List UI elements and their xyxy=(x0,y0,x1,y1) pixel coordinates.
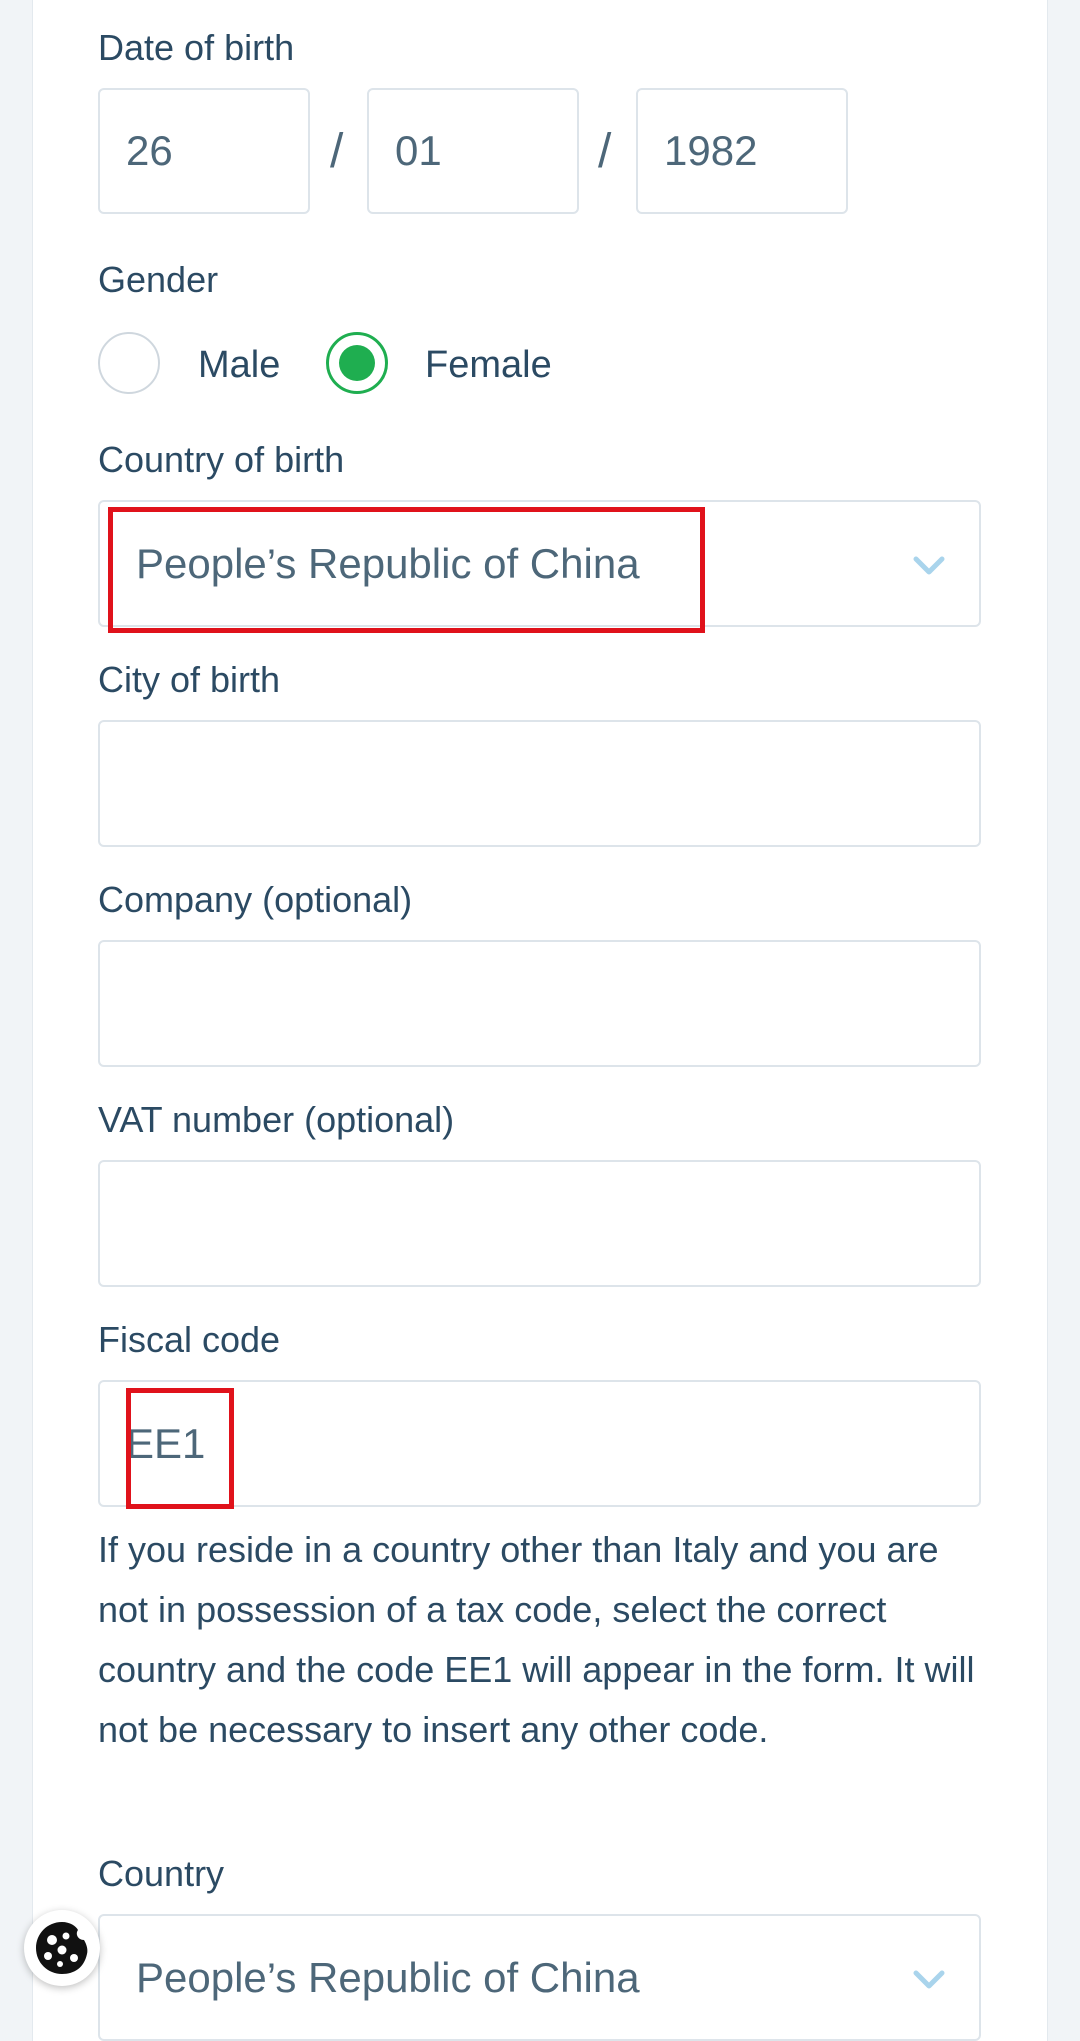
company-label: Company (optional) xyxy=(98,879,413,920)
dob-separator: / xyxy=(330,125,344,178)
fiscal-code-value: EE1 xyxy=(126,1419,206,1467)
vat-label: VAT number (optional) xyxy=(98,1099,455,1140)
chevron-down-icon xyxy=(913,1970,945,1989)
cookie-settings-button[interactable] xyxy=(24,1910,100,1986)
country-select[interactable]: People’s Republic of China xyxy=(98,1914,981,2041)
cookie-icon xyxy=(36,1922,88,1974)
country-of-birth-value: People’s Republic of China xyxy=(136,539,640,587)
country-of-birth-label: Country of birth xyxy=(98,439,345,480)
dob-month-value: 01 xyxy=(395,127,442,174)
fiscal-code-label: Fiscal code xyxy=(98,1319,281,1360)
company-input[interactable] xyxy=(98,940,981,1067)
gender-male-label[interactable]: Male xyxy=(198,346,280,384)
dob-year-value: 1982 xyxy=(664,127,758,174)
gender-female-label[interactable]: Female xyxy=(425,346,552,384)
dob-month-input[interactable]: 01 xyxy=(367,88,579,214)
dob-year-input[interactable]: 1982 xyxy=(636,88,848,214)
country-label: Country xyxy=(98,1853,225,1894)
gender-label: Gender xyxy=(98,259,219,300)
city-of-birth-input[interactable] xyxy=(98,720,981,847)
fiscal-code-input[interactable]: EE1 xyxy=(98,1380,981,1507)
country-value: People’s Republic of China xyxy=(136,1953,640,2001)
radio-checked-dot xyxy=(339,345,375,381)
dob-day-value: 26 xyxy=(126,127,173,174)
chevron-down-icon xyxy=(913,556,945,575)
country-of-birth-select[interactable]: People’s Republic of China xyxy=(98,500,981,627)
city-of-birth-label: City of birth xyxy=(98,659,281,700)
vat-input[interactable] xyxy=(98,1160,981,1287)
dob-day-input[interactable]: 26 xyxy=(98,88,310,214)
gender-male-radio[interactable] xyxy=(98,332,160,394)
dob-separator: / xyxy=(598,125,612,178)
gender-female-radio[interactable] xyxy=(326,332,388,394)
fiscal-code-help-text: If you reside in a country other than It… xyxy=(98,1529,975,1750)
dob-label: Date of birth xyxy=(98,27,295,68)
